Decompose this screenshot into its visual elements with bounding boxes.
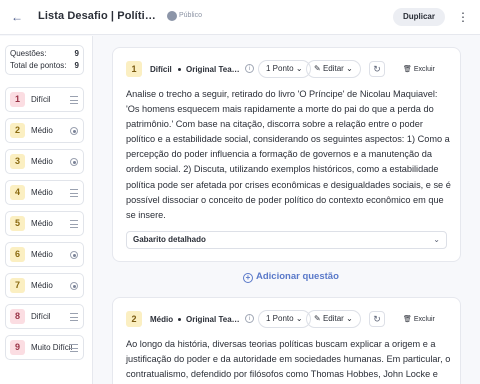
radio-icon	[70, 158, 78, 166]
radio-icon	[70, 282, 78, 290]
question-number: 9	[10, 340, 25, 355]
refresh-icon[interactable]: ↻	[369, 311, 385, 327]
chevron-down-icon: ⌄	[295, 64, 303, 73]
edit-label: Editar	[322, 64, 344, 73]
chevron-down-icon: ⌄	[433, 235, 440, 244]
trash-icon: 🗑	[403, 66, 412, 73]
questions-label: Questões:	[10, 49, 47, 58]
sidebar-item-q8[interactable]: 8 Difícil	[5, 304, 84, 329]
add-question-button[interactable]: + Adicionar questão	[243, 271, 339, 283]
sidebar-item-q5[interactable]: 5 Médio	[5, 211, 84, 236]
edit-button[interactable]: ✎ Editar ⌄	[306, 60, 361, 78]
difficulty-label: Médio	[31, 188, 53, 197]
points-label: 1 Ponto	[266, 314, 294, 323]
difficulty-label: Médio	[31, 281, 53, 290]
question-number: 8	[10, 309, 25, 324]
lines-icon	[70, 189, 78, 197]
difficulty-label: Médio	[31, 126, 53, 135]
info-icon[interactable]: i	[245, 314, 254, 323]
question-number: 1	[126, 61, 142, 77]
question-card: 1 Difícil Original Teacher i 1 Ponto ⌄ ✎…	[112, 47, 461, 262]
question-number: 2	[126, 311, 142, 327]
question-number: 7	[10, 278, 25, 293]
question-text: Analise o trecho a seguir, retirado do l…	[126, 89, 451, 220]
question-text: Ao longo da história, diversas teorias p…	[126, 339, 451, 380]
points-count: 9	[74, 61, 79, 70]
sidebar-item-q6[interactable]: 6 Médio	[5, 242, 84, 267]
source-label: Original Teacher	[186, 315, 242, 324]
difficulty-label: Difícil	[150, 65, 172, 74]
question-number: 2	[10, 123, 25, 138]
question-number: 4	[10, 185, 25, 200]
lines-icon	[70, 344, 78, 352]
difficulty-label: Muito Difícil	[31, 343, 73, 352]
sidebar-item-q4[interactable]: 4 Médio	[5, 180, 84, 205]
points-label: Total de pontos:	[10, 61, 67, 70]
difficulty-label: Médio	[150, 315, 174, 324]
info-icon[interactable]: i	[245, 64, 254, 73]
question-number: 6	[10, 247, 25, 262]
globe-icon	[167, 11, 177, 21]
source-label: Original Teacher	[186, 65, 242, 74]
sidebar-item-q3[interactable]: 3 Médio	[5, 149, 84, 174]
duplicate-button[interactable]: Duplicar	[393, 8, 445, 26]
difficulty-label: Médio	[31, 250, 53, 259]
page-title: Lista Desafio | Política e Poder	[38, 10, 160, 22]
pencil-icon: ✎	[314, 314, 321, 323]
delete-button[interactable]: 🗑 Excluir	[403, 315, 435, 323]
points-label: 1 Ponto	[266, 64, 294, 73]
lines-icon	[70, 313, 78, 321]
visibility-label: Público	[179, 12, 202, 19]
sidebar-item-q1[interactable]: 1 Difícil	[5, 87, 84, 112]
refresh-icon[interactable]: ↻	[369, 61, 385, 77]
delete-label: Excluir	[413, 316, 435, 323]
edit-button[interactable]: ✎ Editar ⌄	[306, 310, 361, 328]
arrow-left-icon[interactable]: ←	[10, 10, 24, 24]
difficulty-label: Médio	[31, 157, 53, 166]
radio-icon	[70, 127, 78, 135]
kebab-icon[interactable]: ⋮	[457, 9, 469, 25]
radio-icon	[70, 251, 78, 259]
answer-key-dropdown[interactable]: Gabarito detalhado ⌄	[126, 231, 447, 249]
difficulty-label: Médio	[31, 219, 53, 228]
difficulty-label: Difícil	[31, 312, 51, 321]
sidebar-item-q9[interactable]: 9 Muito Difícil	[5, 335, 84, 360]
summary-box: Questões: 9 Total de pontos: 9	[5, 45, 84, 75]
points-dropdown[interactable]: 1 Ponto ⌄	[258, 60, 311, 78]
question-number: 5	[10, 216, 25, 231]
add-question-label: Adicionar questão	[256, 271, 339, 282]
chevron-down-icon: ⌄	[295, 314, 303, 323]
chevron-down-icon: ⌄	[346, 64, 353, 73]
points-dropdown[interactable]: 1 Ponto ⌄	[258, 310, 311, 328]
delete-button[interactable]: 🗑 Excluir	[403, 65, 435, 73]
separator-dot	[178, 318, 181, 321]
question-number: 1	[10, 92, 25, 107]
delete-label: Excluir	[413, 66, 435, 73]
chevron-down-icon: ⌄	[346, 314, 353, 323]
lines-icon	[70, 96, 78, 104]
trash-icon: 🗑	[403, 316, 412, 323]
separator-dot	[178, 68, 181, 71]
answer-key-label: Gabarito detalhado	[133, 235, 206, 244]
plus-icon: +	[243, 273, 253, 283]
edit-label: Editar	[322, 314, 344, 323]
sidebar-item-q2[interactable]: 2 Médio	[5, 118, 84, 143]
sidebar-item-q7[interactable]: 7 Médio	[5, 273, 84, 298]
difficulty-label: Difícil	[31, 95, 51, 104]
question-number: 3	[10, 154, 25, 169]
top-bar: ← Lista Desafio | Política e Poder Públi…	[0, 0, 480, 35]
questions-count: 9	[74, 49, 79, 58]
lines-icon	[70, 220, 78, 228]
pencil-icon: ✎	[314, 64, 321, 73]
question-card: 2 Médio Original Teacher i 1 Ponto ⌄ ✎ E…	[112, 297, 461, 384]
